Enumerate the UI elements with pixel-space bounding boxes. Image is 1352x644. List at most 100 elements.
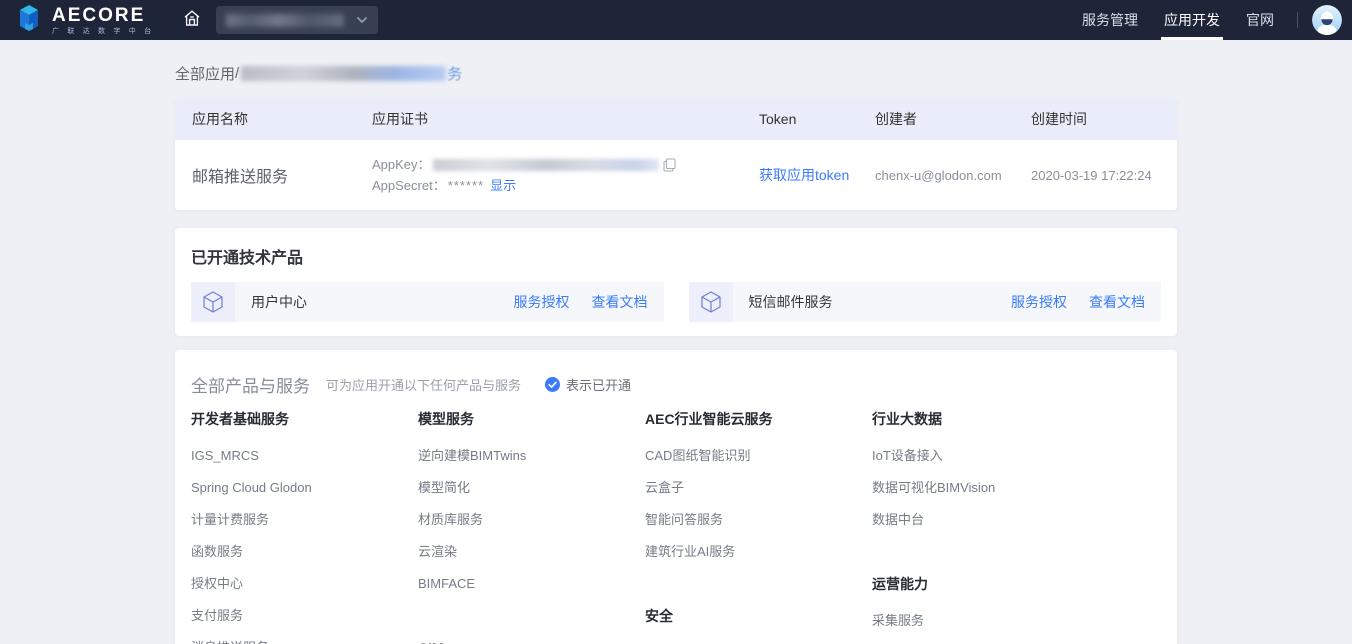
logo-subtitle: 广 联 达 数 字 中 台: [52, 28, 154, 35]
product-section: 模型服务逆向建模BIMTwins模型简化材质库服务云渲染BIMFACE: [418, 403, 645, 600]
all-products-subtitle: 可为应用开通以下任何产品与服务: [326, 375, 521, 394]
product-category-header: 模型服务: [418, 403, 645, 435]
product-icon-cell: [191, 282, 235, 322]
logo-title: AECORE: [52, 6, 154, 25]
table-header-1: 应用证书: [372, 109, 759, 129]
product-section: 运营能力采集服务: [872, 568, 1161, 637]
cube-icon: [203, 291, 223, 313]
product-category-header: 安全: [645, 600, 872, 632]
app-name: 邮箱推送服务: [192, 163, 372, 187]
workspace-dropdown[interactable]: [216, 6, 378, 34]
product-item[interactable]: 消息推送服务: [191, 632, 418, 644]
product-category-header: 行业大数据: [872, 403, 1161, 435]
app-table-header-row: 应用名称应用证书Token创建者创建时间: [175, 98, 1177, 140]
breadcrumb-redacted-tail: 务: [447, 63, 462, 84]
enabled-product-name: 用户中心: [251, 292, 307, 312]
product-item[interactable]: 采集服务: [872, 605, 1161, 637]
get-token-link[interactable]: 获取应用token: [759, 167, 849, 183]
product-item[interactable]: 支付服务: [191, 600, 418, 632]
show-secret-link[interactable]: 显示: [490, 175, 516, 196]
product-section: 开发者基础服务 IGS_MRCSSpring Cloud Glodon计量计费服务…: [191, 403, 418, 644]
engineer-avatar-icon: [1312, 5, 1342, 35]
product-category-header: AEC行业智能云服务: [645, 403, 872, 435]
product-item[interactable]: 云盒子: [645, 472, 872, 504]
service-auth-link[interactable]: 服务授权: [514, 292, 570, 312]
page-content: 全部应用/ 务 应用名称应用证书Token创建者创建时间 邮箱推送服务 AppK…: [175, 60, 1177, 644]
product-section: 行业大数据 IoT设备接入数据可视化BIMVision数据中台: [872, 403, 1161, 536]
product-item[interactable]: 模型简化: [418, 472, 645, 504]
all-products-header: 全部产品与服务 可为应用开通以下任何产品与服务 表示已开通: [191, 372, 1161, 397]
product-column-0: 开发者基础服务 IGS_MRCSSpring Cloud Glodon计量计费服务…: [191, 403, 418, 644]
all-products-title: 全部产品与服务: [191, 372, 310, 397]
app-table-row: 邮箱推送服务 AppKey： AppSecret： ****** 显示: [175, 140, 1177, 210]
product-item[interactable]: IGS_MRCS: [191, 440, 418, 472]
legend-label: 表示已开通: [566, 375, 631, 394]
product-item[interactable]: 函数服务: [191, 536, 418, 568]
view-docs-link[interactable]: 查看文档: [592, 292, 648, 312]
user-avatar[interactable]: [1312, 5, 1342, 35]
enabled-product-row-0: 用户中心 服务授权 查看文档: [191, 282, 664, 322]
breadcrumb-root-link[interactable]: 全部应用: [175, 63, 235, 84]
product-column-2: AEC行业智能云服务 CAD图纸智能识别云盒子智能问答服务建筑行业AI服务安全: [645, 403, 872, 644]
product-category-header: CIM: [418, 632, 645, 644]
home-button[interactable]: [182, 8, 202, 33]
enabled-legend: 表示已开通: [545, 375, 631, 394]
product-column-3: 行业大数据 IoT设备接入数据可视化BIMVision数据中台运营能力采集服务: [872, 403, 1161, 644]
breadcrumb-redacted-app-name: [241, 66, 446, 81]
appkey-redacted-value: [433, 159, 659, 171]
enabled-product-row-1: 短信邮件服务 服务授权 查看文档: [689, 282, 1162, 322]
chevron-down-icon: [356, 11, 368, 29]
nav-item-2[interactable]: 官网: [1233, 0, 1287, 40]
product-item[interactable]: 云渲染: [418, 536, 645, 568]
creator-cell: chenx-u@glodon.com: [875, 168, 1031, 183]
enabled-products-rows: 用户中心 服务授权 查看文档 短信邮件服务 服务授权 查看文档: [191, 282, 1161, 322]
nav-item-1[interactable]: 应用开发: [1151, 0, 1233, 40]
product-category-header: 开发者基础服务: [191, 403, 418, 435]
product-columns: 开发者基础服务 IGS_MRCSSpring Cloud Glodon计量计费服务…: [191, 403, 1161, 644]
product-item[interactable]: BIMFACE: [418, 568, 645, 600]
breadcrumb-separator: /: [235, 65, 239, 82]
all-products-card: 全部产品与服务 可为应用开通以下任何产品与服务 表示已开通 开发者基础服务 IGS…: [175, 350, 1177, 644]
app-cert-cell: AppKey： AppSecret： ****** 显示: [372, 154, 759, 196]
view-docs-link[interactable]: 查看文档: [1089, 292, 1145, 312]
product-section: CIM: [418, 632, 645, 644]
product-item[interactable]: CAD图纸智能识别: [645, 440, 872, 472]
service-auth-link[interactable]: 服务授权: [1011, 292, 1067, 312]
nav-menu: 服务管理应用开发官网: [1069, 0, 1287, 40]
breadcrumb: 全部应用/ 务: [175, 60, 1177, 86]
product-icon-cell: [689, 282, 733, 322]
home-icon: [182, 8, 202, 33]
enabled-products-title: 已开通技术产品: [191, 244, 1161, 268]
enabled-products-card: 已开通技术产品 用户中心 服务授权 查看文档 短信邮件服务 服务授权 查看文档: [175, 228, 1177, 336]
product-category-header: 运营能力: [872, 568, 1161, 600]
copy-appkey-button[interactable]: [663, 158, 676, 172]
product-item[interactable]: 逆向建模BIMTwins: [418, 440, 645, 472]
product-item[interactable]: 授权中心: [191, 568, 418, 600]
app-table-card: 应用名称应用证书Token创建者创建时间 邮箱推送服务 AppKey： AppS…: [175, 98, 1177, 210]
enabled-product-links: 服务授权 查看文档: [1011, 292, 1161, 312]
table-header-3: 创建者: [875, 109, 1031, 129]
enabled-product-name: 短信邮件服务: [749, 292, 833, 312]
nav-divider: [1297, 12, 1298, 28]
workspace-redacted-value: [226, 14, 344, 27]
product-column-1: 模型服务逆向建模BIMTwins模型简化材质库服务云渲染BIMFACE CIM: [418, 403, 645, 644]
product-section: 安全: [645, 600, 872, 632]
product-item[interactable]: 材质库服务: [418, 504, 645, 536]
check-circle-icon: [545, 377, 560, 392]
cube-cluster-logo-icon: [14, 3, 44, 38]
product-item[interactable]: Spring Cloud Glodon: [191, 472, 418, 504]
created-time-cell: 2020-03-19 17:22:24: [1031, 168, 1177, 183]
product-item[interactable]: IoT设备接入: [872, 440, 1161, 472]
nav-item-0[interactable]: 服务管理: [1069, 0, 1151, 40]
product-section: AEC行业智能云服务 CAD图纸智能识别云盒子智能问答服务建筑行业AI服务: [645, 403, 872, 568]
product-item[interactable]: 数据可视化BIMVision: [872, 472, 1161, 504]
product-item[interactable]: 建筑行业AI服务: [645, 536, 872, 568]
table-header-4: 创建时间: [1031, 109, 1177, 129]
copy-icon: [663, 158, 676, 172]
product-item[interactable]: 智能问答服务: [645, 504, 872, 536]
product-item[interactable]: 数据中台: [872, 504, 1161, 536]
appsecret-label: AppSecret：: [372, 175, 446, 196]
table-header-0: 应用名称: [192, 109, 372, 129]
product-item[interactable]: 计量计费服务: [191, 504, 418, 536]
brand-logo[interactable]: AECORE 广 联 达 数 字 中 台: [14, 3, 154, 38]
